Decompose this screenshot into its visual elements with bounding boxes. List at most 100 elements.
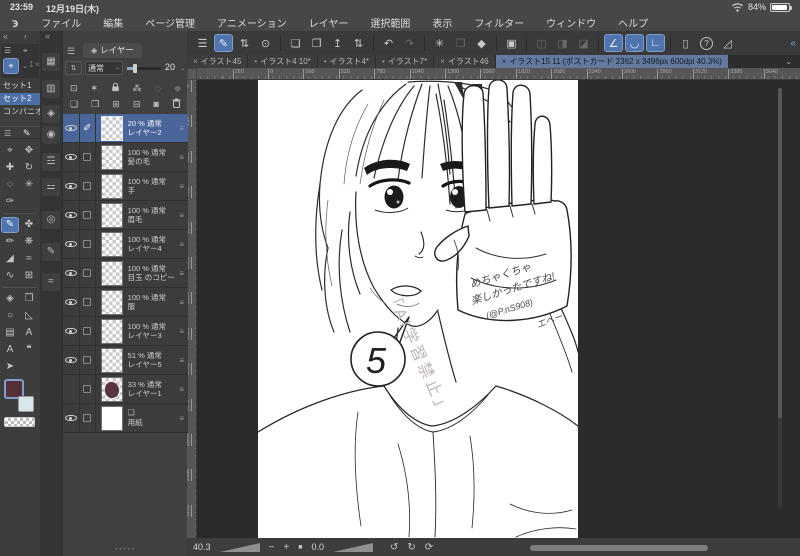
tool-set-item[interactable]: コンパニオ	[0, 106, 40, 118]
transfer-layer-icon[interactable]: ⊞	[112, 99, 120, 110]
layer-thumbnail[interactable]	[101, 232, 123, 257]
tool-set-item[interactable]: セット1	[0, 80, 40, 92]
back-chevron-icon[interactable]: ‹	[24, 31, 27, 41]
layer-check-cell[interactable]: ✐	[80, 230, 96, 258]
hand-tool[interactable]: ✥	[20, 143, 38, 159]
preview-eye-icon[interactable]: ⊙	[256, 34, 275, 52]
layer-thumbnail[interactable]	[101, 174, 123, 199]
layer-visibility-toggle[interactable]	[63, 230, 80, 258]
undo-icon[interactable]: ↶	[379, 34, 398, 52]
tool-set-item[interactable]: セット2	[0, 93, 40, 105]
transparent-color-swatch[interactable]	[4, 417, 35, 427]
layer-visibility-toggle[interactable]	[63, 317, 80, 345]
auto-select-tool[interactable]: ✳	[20, 177, 38, 193]
layer-palette-icon[interactable]: ◈	[42, 105, 60, 123]
レイヤー3[interactable]: ✐ 100 % 通常 ❏ レイヤー3 ≡	[63, 317, 188, 346]
canvas-viewport[interactable]: 5 「AI学習禁止」 めちゃくちゃ 楽しかったですね! (@P.nS908) エ…	[197, 80, 800, 538]
companion-device-icon[interactable]: ▯	[676, 34, 695, 52]
layer-drag-handle[interactable]: ≡	[179, 153, 184, 162]
help-icon[interactable]: ?	[697, 34, 716, 52]
snap-curve-icon[interactable]: ◡	[625, 34, 644, 52]
tool-stepper-icon[interactable]: ⇅	[235, 34, 254, 52]
blend-tool[interactable]: ≈	[20, 251, 38, 267]
home-indicator[interactable]	[530, 545, 708, 551]
correction-palette-icon[interactable]: ✎	[42, 243, 60, 261]
collapse-toolbar-icon[interactable]: «	[790, 38, 796, 49]
new-folder-icon[interactable]: ❐	[91, 99, 99, 110]
menu-item[interactable]: ウィンドウ	[535, 15, 607, 30]
pencil-tool[interactable]: ✏	[1, 234, 19, 250]
レイヤー4[interactable]: ✐ 100 % 通常 ❏ レイヤー4 ≡	[63, 230, 188, 259]
export-stepper-icon[interactable]: ⇅	[349, 34, 368, 52]
new-layer-icon[interactable]: ❏	[70, 99, 78, 110]
服[interactable]: ✐ 100 % 通常 ❏ 服 ≡	[63, 288, 188, 317]
layer-select-icon[interactable]: ❒	[451, 34, 470, 52]
camera-palette-icon[interactable]: ◉	[42, 126, 60, 144]
layer-visibility-toggle[interactable]	[63, 114, 80, 142]
eraser-tool[interactable]: ◢	[1, 251, 19, 267]
merge-layer-icon[interactable]: ⊟	[133, 99, 141, 110]
opacity-slider[interactable]	[127, 67, 161, 70]
tab-close-icon[interactable]: •	[382, 55, 385, 68]
rotate-canvas-tool[interactable]: ↻	[20, 160, 38, 176]
redo-icon[interactable]: ↷	[400, 34, 419, 52]
deselect-icon[interactable]: ◫	[532, 34, 551, 52]
snap-ruler-icon[interactable]: ∠	[604, 34, 623, 52]
fill-tool[interactable]: ◈	[1, 291, 19, 307]
layer-check-cell[interactable]: ✐	[80, 288, 96, 316]
rotate-left-icon[interactable]: ↺	[390, 542, 398, 553]
layer-check-cell[interactable]: ✐	[80, 201, 96, 229]
eyedropper-tool[interactable]: ✑	[1, 194, 19, 210]
layer-checkbox[interactable]	[83, 153, 91, 161]
brush-palette-icon[interactable]: ≈	[42, 273, 60, 291]
collapse-palette-icon[interactable]: «	[3, 31, 8, 41]
secondary-color-swatch[interactable]	[18, 396, 34, 412]
レイヤー2[interactable]: ✐ 20 % 通常 ❏ レイヤー2 ≡	[63, 114, 188, 143]
layer-drag-handle[interactable]: ≡	[179, 298, 184, 307]
layer-thumbnail[interactable]	[101, 319, 123, 344]
layer-check-cell[interactable]: ✐	[80, 172, 96, 200]
layer-checkbox[interactable]	[83, 327, 91, 335]
layer-thumbnail[interactable]	[101, 145, 123, 170]
layer-drag-handle[interactable]: ≡	[179, 211, 184, 220]
layer-checkbox[interactable]	[83, 211, 91, 219]
zoom-tool[interactable]: ⌖	[1, 143, 19, 159]
layer-thumbnail[interactable]	[101, 116, 123, 141]
layer-drag-handle[interactable]: ≡	[179, 182, 184, 191]
layer-thumbnail[interactable]	[101, 290, 123, 315]
document-tab[interactable]: ×イラスト15 11 (ポストカード 2362 x 3496px 600dpi …	[496, 55, 728, 68]
pen-tool[interactable]: ✎	[1, 217, 19, 233]
layer-checkbox[interactable]	[83, 356, 91, 364]
frame-border-tool[interactable]: ❒	[20, 291, 38, 307]
layer-visibility-toggle[interactable]	[63, 143, 80, 171]
gradient-tool[interactable]: ▤	[1, 325, 19, 341]
layer-visibility-toggle[interactable]	[63, 404, 80, 432]
mesh-transform-tool[interactable]: ⊞	[20, 268, 38, 284]
layer-thumbnail[interactable]	[101, 377, 123, 402]
active-subtool-button[interactable]: ⌖	[3, 58, 19, 74]
document-tab[interactable]: •イラスト7*	[376, 55, 433, 68]
layer-checkbox[interactable]	[83, 240, 91, 248]
layer-drag-handle[interactable]: ≡	[179, 385, 184, 394]
filter-busy-icon[interactable]: ✳	[430, 34, 449, 52]
canvas-artboard[interactable]: 5 「AI学習禁止」 めちゃくちゃ 楽しかったですね! (@P.nS908) エ…	[258, 80, 578, 538]
zoom-slider[interactable]	[220, 543, 260, 552]
tone-palette-icon[interactable]: ☲	[42, 153, 60, 171]
subtool-chevron-icon[interactable]: ⌄	[22, 62, 28, 70]
new-canvas-icon[interactable]: ❏	[286, 34, 305, 52]
layer-visibility-toggle[interactable]	[63, 259, 80, 287]
tab-close-icon[interactable]: •	[324, 55, 327, 68]
delete-layer-icon[interactable]	[172, 98, 181, 110]
document-tab[interactable]: ×イラスト46	[434, 55, 494, 68]
menu-item[interactable]: アニメーション	[206, 15, 298, 30]
selection-launcher-icon[interactable]: ◪	[574, 34, 593, 52]
tab-overflow-chevron-icon[interactable]: ⌄	[785, 55, 792, 68]
layer-checkbox[interactable]	[83, 385, 91, 393]
menu-item[interactable]: レイヤー	[298, 15, 360, 30]
subtool-menu-icon[interactable]: ☰	[4, 46, 11, 55]
layer-visibility-toggle[interactable]	[63, 288, 80, 316]
tab-close-icon[interactable]: ×	[193, 55, 198, 68]
text-tool-b[interactable]: A	[1, 342, 19, 358]
ruler-snap-icon[interactable]: ◆	[174, 83, 181, 94]
export-icon[interactable]: ↥	[328, 34, 347, 52]
